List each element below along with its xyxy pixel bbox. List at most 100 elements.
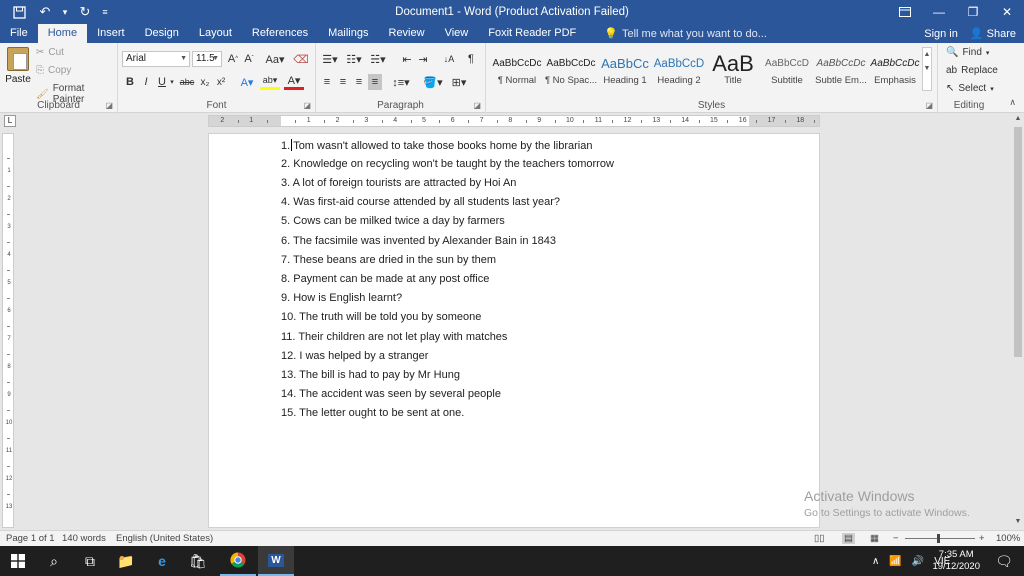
page-count[interactable]: Page 1 of 1	[6, 533, 55, 544]
save-icon[interactable]	[6, 0, 32, 24]
change-case-icon[interactable]: Aa▾	[264, 51, 286, 67]
taskbar-clock[interactable]: 7:35 AM 19/12/2020	[932, 549, 980, 573]
tell-me-box[interactable]: 💡 Tell me what you want to do...	[594, 24, 777, 43]
style-normal[interactable]: AaBbCcDc ¶ Normal	[490, 53, 544, 93]
style-no-spacing[interactable]: AaBbCcDc ¶ No Spac...	[544, 53, 598, 93]
scroll-thumb[interactable]	[1014, 127, 1022, 357]
show-hidden-icons-icon[interactable]: ∧	[872, 556, 879, 567]
word-taskbar-icon[interactable]: W	[258, 546, 294, 576]
minimize-button[interactable]: —	[922, 0, 956, 24]
font-name-combo[interactable]: Arial ▼	[122, 51, 190, 67]
vertical-scrollbar[interactable]: ▲ ▼	[1012, 113, 1024, 528]
superscript-icon[interactable]: x²	[214, 74, 228, 90]
redo-icon[interactable]: ↻	[72, 0, 98, 24]
read-mode-icon[interactable]: ▯▯	[814, 533, 824, 544]
zoom-level[interactable]: 100%	[996, 533, 1020, 544]
word-count[interactable]: 140 words	[62, 533, 106, 544]
italic-icon[interactable]: I	[140, 74, 152, 90]
numbering-icon[interactable]: ☷▾	[344, 51, 364, 67]
notifications-icon[interactable]: 🗨	[986, 546, 1022, 576]
highlight-icon[interactable]: ab▾	[260, 74, 280, 90]
zoom-slider-thumb[interactable]	[937, 534, 940, 543]
bullets-icon[interactable]: ☰▾	[320, 51, 340, 67]
network-icon[interactable]: 📶	[889, 556, 901, 567]
paste-button[interactable]: Paste	[4, 47, 32, 85]
tab-file[interactable]: File	[0, 24, 38, 43]
collapse-ribbon-icon[interactable]: ∧	[1009, 97, 1016, 108]
font-color-icon[interactable]: A▾	[284, 74, 304, 90]
document-line-10[interactable]: 10. The truth will be told you by someon…	[281, 311, 481, 323]
copy-button[interactable]: ⎘ Copy	[36, 65, 71, 76]
document-line-2[interactable]: 2. Knowledge on recycling won't be taugh…	[281, 158, 614, 170]
edge-icon[interactable]: e	[144, 546, 180, 576]
align-center-icon[interactable]: ≡	[336, 74, 350, 90]
document-line-15[interactable]: 15. The letter ought to be sent at one.	[281, 407, 464, 419]
undo-icon[interactable]: ↶	[32, 0, 58, 24]
vertical-ruler[interactable]: 1 2 3 4 5 6 7 8 9 10 11 12 13	[2, 133, 14, 528]
increase-indent-icon[interactable]: ⇥	[416, 51, 430, 67]
tab-references[interactable]: References	[242, 24, 318, 43]
style-heading-2[interactable]: AaBbCcD Heading 2	[652, 53, 706, 93]
styles-launcher-icon[interactable]: ◪	[925, 101, 933, 110]
zoom-slider-track[interactable]	[905, 538, 975, 539]
multilevel-list-icon[interactable]: ☵▾	[368, 51, 388, 67]
tab-foxit-reader-pdf[interactable]: Foxit Reader PDF	[478, 24, 586, 43]
print-layout-icon[interactable]: ▤	[842, 533, 855, 544]
borders-icon[interactable]: ⊞▾	[448, 74, 470, 90]
close-button[interactable]: ✕	[990, 0, 1024, 24]
document-line-12[interactable]: 12. I was helped by a stranger	[281, 350, 428, 362]
document-line-11[interactable]: 11. Their children are not let play with…	[281, 331, 507, 343]
tab-home[interactable]: Home	[37, 24, 88, 43]
bold-icon[interactable]: B	[124, 74, 136, 90]
sort-icon[interactable]: ↓A	[442, 51, 456, 67]
tab-review[interactable]: Review	[379, 24, 435, 43]
subscript-icon[interactable]: x₂	[198, 74, 212, 90]
clipboard-launcher-icon[interactable]: ◪	[105, 101, 113, 110]
chrome-icon[interactable]	[220, 546, 256, 576]
web-layout-icon[interactable]: ▦	[870, 533, 879, 544]
scroll-up-icon[interactable]: ▲	[1012, 113, 1024, 125]
show-formatting-marks-icon[interactable]: ¶	[464, 51, 478, 67]
document-line-8[interactable]: 8. Payment can be made at any post offic…	[281, 273, 489, 285]
document-line-6[interactable]: 6. The facsimile was invented by Alexand…	[281, 235, 556, 247]
sign-in-link[interactable]: Sign in	[924, 28, 958, 40]
align-right-icon[interactable]: ≡	[352, 74, 366, 90]
style-subtle-emphasis[interactable]: AaBbCcDc Subtle Em...	[814, 53, 868, 93]
language-indicator[interactable]: English (United States)	[116, 533, 213, 544]
style-emphasis[interactable]: AaBbCcDc Emphasis	[868, 53, 922, 93]
store-icon[interactable]: 🛍	[180, 546, 216, 576]
tab-view[interactable]: View	[435, 24, 479, 43]
document-line-3[interactable]: 3. A lot of foreign tourists are attract…	[281, 177, 516, 189]
text-effects-icon[interactable]: A▾	[238, 74, 256, 90]
zoom-in-icon[interactable]: +	[979, 533, 985, 544]
style-heading-1[interactable]: AaBbCc Heading 1	[598, 53, 652, 93]
horizontal-ruler[interactable]: 2 1 1 2 3 4 5 6 7 8 9 10 11 12 13 14 15 16 17 18	[208, 115, 820, 127]
start-button[interactable]	[0, 546, 36, 576]
document-line-1[interactable]: 1. Tom wasn't allowed to take those books…	[281, 139, 592, 152]
document-line-14[interactable]: 14. The accident was seen by several peo…	[281, 388, 501, 400]
select-button[interactable]: ↖ Select ▾	[946, 83, 994, 94]
paragraph-launcher-icon[interactable]: ◪	[473, 101, 481, 110]
font-size-combo[interactable]: 11.5 ▼	[192, 51, 222, 67]
shading-icon[interactable]: 🪣▾	[422, 74, 444, 90]
decrease-indent-icon[interactable]: ⇤	[400, 51, 414, 67]
underline-dropdown-icon[interactable]: ▾	[168, 74, 176, 90]
ribbon-display-options-icon[interactable]	[888, 0, 922, 24]
font-launcher-icon[interactable]: ◪	[303, 101, 311, 110]
document-line-13[interactable]: 13. The bill is had to pay by Mr Hung	[281, 369, 460, 381]
task-view-icon[interactable]: ⧉	[72, 546, 108, 576]
tab-insert[interactable]: Insert	[87, 24, 135, 43]
document-line-5[interactable]: 5. Cows can be milked twice a day by far…	[281, 215, 505, 227]
style-title[interactable]: AaB Title	[706, 53, 760, 93]
clear-formatting-icon[interactable]: ⌫	[293, 51, 309, 67]
volume-icon[interactable]: 🔊	[912, 556, 924, 567]
tab-selector-icon[interactable]: L	[4, 115, 16, 127]
replace-button[interactable]: ab Replace	[946, 65, 998, 76]
document-line-7[interactable]: 7. These beans are dried in the sun by t…	[281, 254, 496, 266]
styles-gallery-scroll[interactable]: ▲ ▼	[922, 47, 932, 91]
customize-qat-icon[interactable]: ≡	[98, 0, 112, 24]
underline-icon[interactable]: U	[156, 74, 168, 90]
find-button[interactable]: 🔍 Find ▾	[946, 47, 989, 58]
align-left-icon[interactable]: ≡	[320, 74, 334, 90]
document-line-4[interactable]: 4. Was first-aid course attended by all …	[281, 196, 560, 208]
